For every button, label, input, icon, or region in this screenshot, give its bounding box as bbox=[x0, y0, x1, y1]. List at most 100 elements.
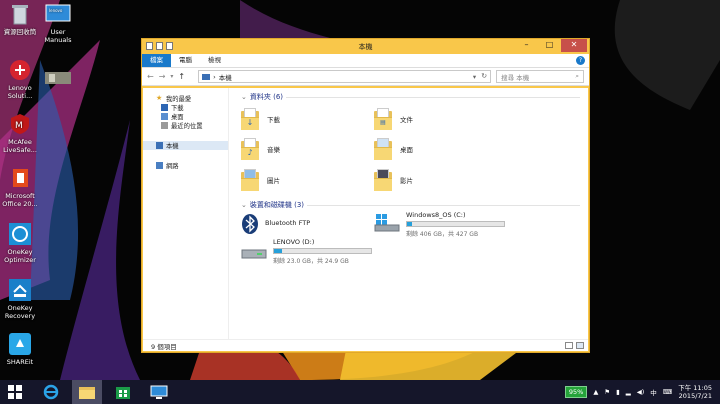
volume-icon[interactable]: ◀) bbox=[637, 388, 645, 396]
downloads-folder-icon: ↓ bbox=[241, 108, 259, 130]
taskbar-internet-explorer[interactable] bbox=[36, 380, 66, 404]
store-icon bbox=[116, 387, 130, 399]
drive-c[interactable]: Windows8_OS (C:) 剩餘 406 GB，共 427 GB bbox=[374, 211, 505, 238]
music-folder-icon: ♪ bbox=[241, 138, 259, 160]
large-icons-view-icon[interactable] bbox=[576, 342, 584, 349]
folder-grid: ↓ 下載 ▤ 文件 ♪ 音樂 桌面 圖片 影片 bbox=[241, 102, 588, 200]
battery-icon[interactable]: ▮ bbox=[616, 388, 620, 396]
folder-pictures[interactable]: 圖片 bbox=[241, 169, 280, 191]
up-arrow-icon[interactable]: ↑ bbox=[178, 72, 185, 81]
details-view-icon[interactable] bbox=[565, 342, 573, 349]
show-hidden-icons-icon[interactable]: ▲ bbox=[593, 388, 598, 396]
desktop-icons: 資源回收筒 lenovo User Manuals Lenovo Soluti.… bbox=[0, 0, 90, 380]
taskbar-store[interactable] bbox=[108, 380, 138, 404]
drive-free-space: 剩餘 23.0 GB，共 24.9 GB bbox=[273, 258, 349, 265]
group-header-devices[interactable]: ⌄ 裝置和磁碟機 (3) bbox=[241, 200, 588, 210]
nav-label: 下載 bbox=[171, 105, 184, 112]
desktop-folder-icon bbox=[374, 138, 392, 160]
svg-text:M: M bbox=[15, 121, 23, 131]
device-label: Bluetooth FTP bbox=[265, 219, 311, 227]
title-bar[interactable]: 本機 – □ ✕ bbox=[142, 39, 589, 54]
address-dropdown-icon[interactable]: ▾ bbox=[473, 73, 476, 81]
battery-status[interactable]: 95% bbox=[564, 386, 588, 398]
folder-downloads[interactable]: ↓ 下載 bbox=[241, 108, 280, 130]
drive-d[interactable]: LENOVO (D:) 剩餘 23.0 GB，共 24.9 GB bbox=[241, 238, 372, 265]
collapse-chevron-icon: ⌄ bbox=[241, 93, 247, 101]
desktop-icon-onekey-optimizer[interactable]: OneKey Optimizer bbox=[0, 222, 40, 264]
monitor-icon bbox=[150, 385, 168, 399]
tab-computer[interactable]: 電腦 bbox=[171, 54, 200, 67]
nav-item-recent[interactable]: 最近的位置 bbox=[143, 121, 228, 130]
computer-icon bbox=[202, 73, 211, 80]
clock[interactable]: 下午 11:05 2015/7/21 bbox=[678, 384, 712, 400]
ribbon-tabs: 檔案 電腦 檢視 ? bbox=[142, 54, 589, 67]
keyboard-icon[interactable]: ⌨ bbox=[663, 388, 672, 396]
desktop-icon-shareit[interactable]: SHAREit bbox=[0, 332, 40, 366]
forward-arrow-icon[interactable]: → bbox=[159, 72, 166, 81]
nav-item-desktop[interactable]: 桌面 bbox=[143, 112, 228, 121]
desktop-icon-user-manuals[interactable]: lenovo User Manuals bbox=[38, 2, 78, 44]
search-input[interactable]: 搜尋 本機 ⌕ bbox=[496, 70, 584, 83]
system-tray: 95% ▲ ⚑ ▮ ▂ ◀) 中 ⌨ 下午 11:05 2015/7/21 bbox=[564, 380, 720, 404]
back-arrow-icon[interactable]: ← bbox=[147, 72, 154, 81]
navigation-pane: ★ 我的最愛 下載 桌面 最近的位置 本機 網路 bbox=[143, 88, 229, 350]
folder-label: 影片 bbox=[400, 177, 413, 185]
hard-drive-icon bbox=[241, 249, 267, 259]
file-explorer-icon bbox=[79, 387, 95, 399]
drive-usage-bar bbox=[273, 248, 372, 254]
desktop-icon-thumbnail[interactable] bbox=[38, 66, 78, 92]
start-button[interactable] bbox=[0, 380, 30, 404]
minimize-button[interactable]: – bbox=[517, 39, 536, 52]
drive-usage-fill bbox=[274, 249, 282, 253]
file-explorer-window[interactable]: 本機 – □ ✕ 檔案 電腦 檢視 ? ← → ▾ ↑ › 本機 ▾ ↻ 搜尋 … bbox=[141, 38, 590, 353]
items-view: ⌄ 資料夾 (6) ↓ 下載 ▤ 文件 ♪ 音樂 桌面 圖片 影片 ⌄ 裝置和磁… bbox=[229, 88, 588, 350]
status-bar: 9 個項目 bbox=[143, 339, 588, 351]
nav-item-downloads[interactable]: 下載 bbox=[143, 103, 228, 112]
refresh-icon[interactable]: ↻ bbox=[481, 72, 487, 80]
taskbar-remote-desktop[interactable] bbox=[144, 380, 174, 404]
folder-music[interactable]: ♪ 音樂 bbox=[241, 138, 280, 160]
collapse-chevron-icon: ⌄ bbox=[241, 201, 247, 209]
recent-locations-icon[interactable]: ▾ bbox=[170, 73, 173, 80]
desktop-icon-mcafee[interactable]: M McAfee LiveSafe... bbox=[0, 112, 40, 154]
desktop-icon-recycle-bin[interactable]: 資源回收筒 bbox=[0, 2, 40, 36]
network-tray-icon[interactable]: ▂ bbox=[626, 388, 631, 396]
desktop-icon-office[interactable]: Microsoft Office 20... bbox=[0, 166, 40, 208]
help-icon[interactable]: ? bbox=[576, 56, 585, 65]
group-header-folders[interactable]: ⌄ 資料夾 (6) bbox=[241, 92, 588, 102]
desktop-icon-label: OneKey Recovery bbox=[4, 304, 36, 320]
internet-explorer-icon bbox=[43, 384, 59, 400]
tab-view[interactable]: 檢視 bbox=[200, 54, 229, 67]
tab-file[interactable]: 檔案 bbox=[142, 54, 171, 67]
flag-icon[interactable]: ⚑ bbox=[604, 388, 610, 396]
device-bluetooth-ftp[interactable]: Bluetooth FTP bbox=[241, 213, 310, 235]
drive-free-space: 剩餘 406 GB，共 427 GB bbox=[406, 231, 479, 238]
maximize-button[interactable]: □ bbox=[540, 39, 559, 52]
folder-documents[interactable]: ▤ 文件 bbox=[374, 108, 413, 130]
nav-label: 網路 bbox=[166, 163, 179, 170]
item-count: 9 個項目 bbox=[151, 342, 177, 351]
close-button[interactable]: ✕ bbox=[561, 39, 587, 52]
folder-desktop[interactable]: 桌面 bbox=[374, 138, 413, 160]
breadcrumb[interactable]: 本機 bbox=[219, 72, 232, 82]
desktop-icon-onekey-recovery[interactable]: OneKey Recovery bbox=[0, 278, 40, 320]
office-icon bbox=[7, 166, 33, 190]
taskbar-file-explorer[interactable] bbox=[72, 380, 102, 404]
nav-item-favorites[interactable]: ★ 我的最愛 bbox=[143, 94, 228, 104]
desktop-icon-lenovo-solutions[interactable]: Lenovo Soluti... bbox=[0, 58, 40, 100]
folder-videos[interactable]: 影片 bbox=[374, 169, 413, 191]
desktop-icon-label: Lenovo Soluti... bbox=[7, 84, 33, 100]
ime-indicator[interactable]: 中 bbox=[650, 387, 657, 397]
desktop-icon-label: OneKey Optimizer bbox=[4, 248, 36, 264]
nav-item-this-pc[interactable]: 本機 bbox=[143, 141, 228, 150]
desktop-icon-label: Microsoft Office 20... bbox=[2, 192, 38, 208]
folder-label: 桌面 bbox=[400, 146, 413, 154]
view-switcher bbox=[565, 342, 584, 349]
shareit-icon bbox=[7, 332, 33, 356]
nav-label: 我的最愛 bbox=[166, 96, 192, 103]
star-icon: ★ bbox=[156, 94, 163, 102]
search-placeholder: 搜尋 本機 bbox=[501, 73, 530, 82]
address-bar[interactable]: › 本機 ▾ ↻ bbox=[198, 70, 492, 83]
drive-label: Windows8_OS (C:) bbox=[406, 211, 466, 219]
nav-item-network[interactable]: 網路 bbox=[143, 161, 228, 170]
